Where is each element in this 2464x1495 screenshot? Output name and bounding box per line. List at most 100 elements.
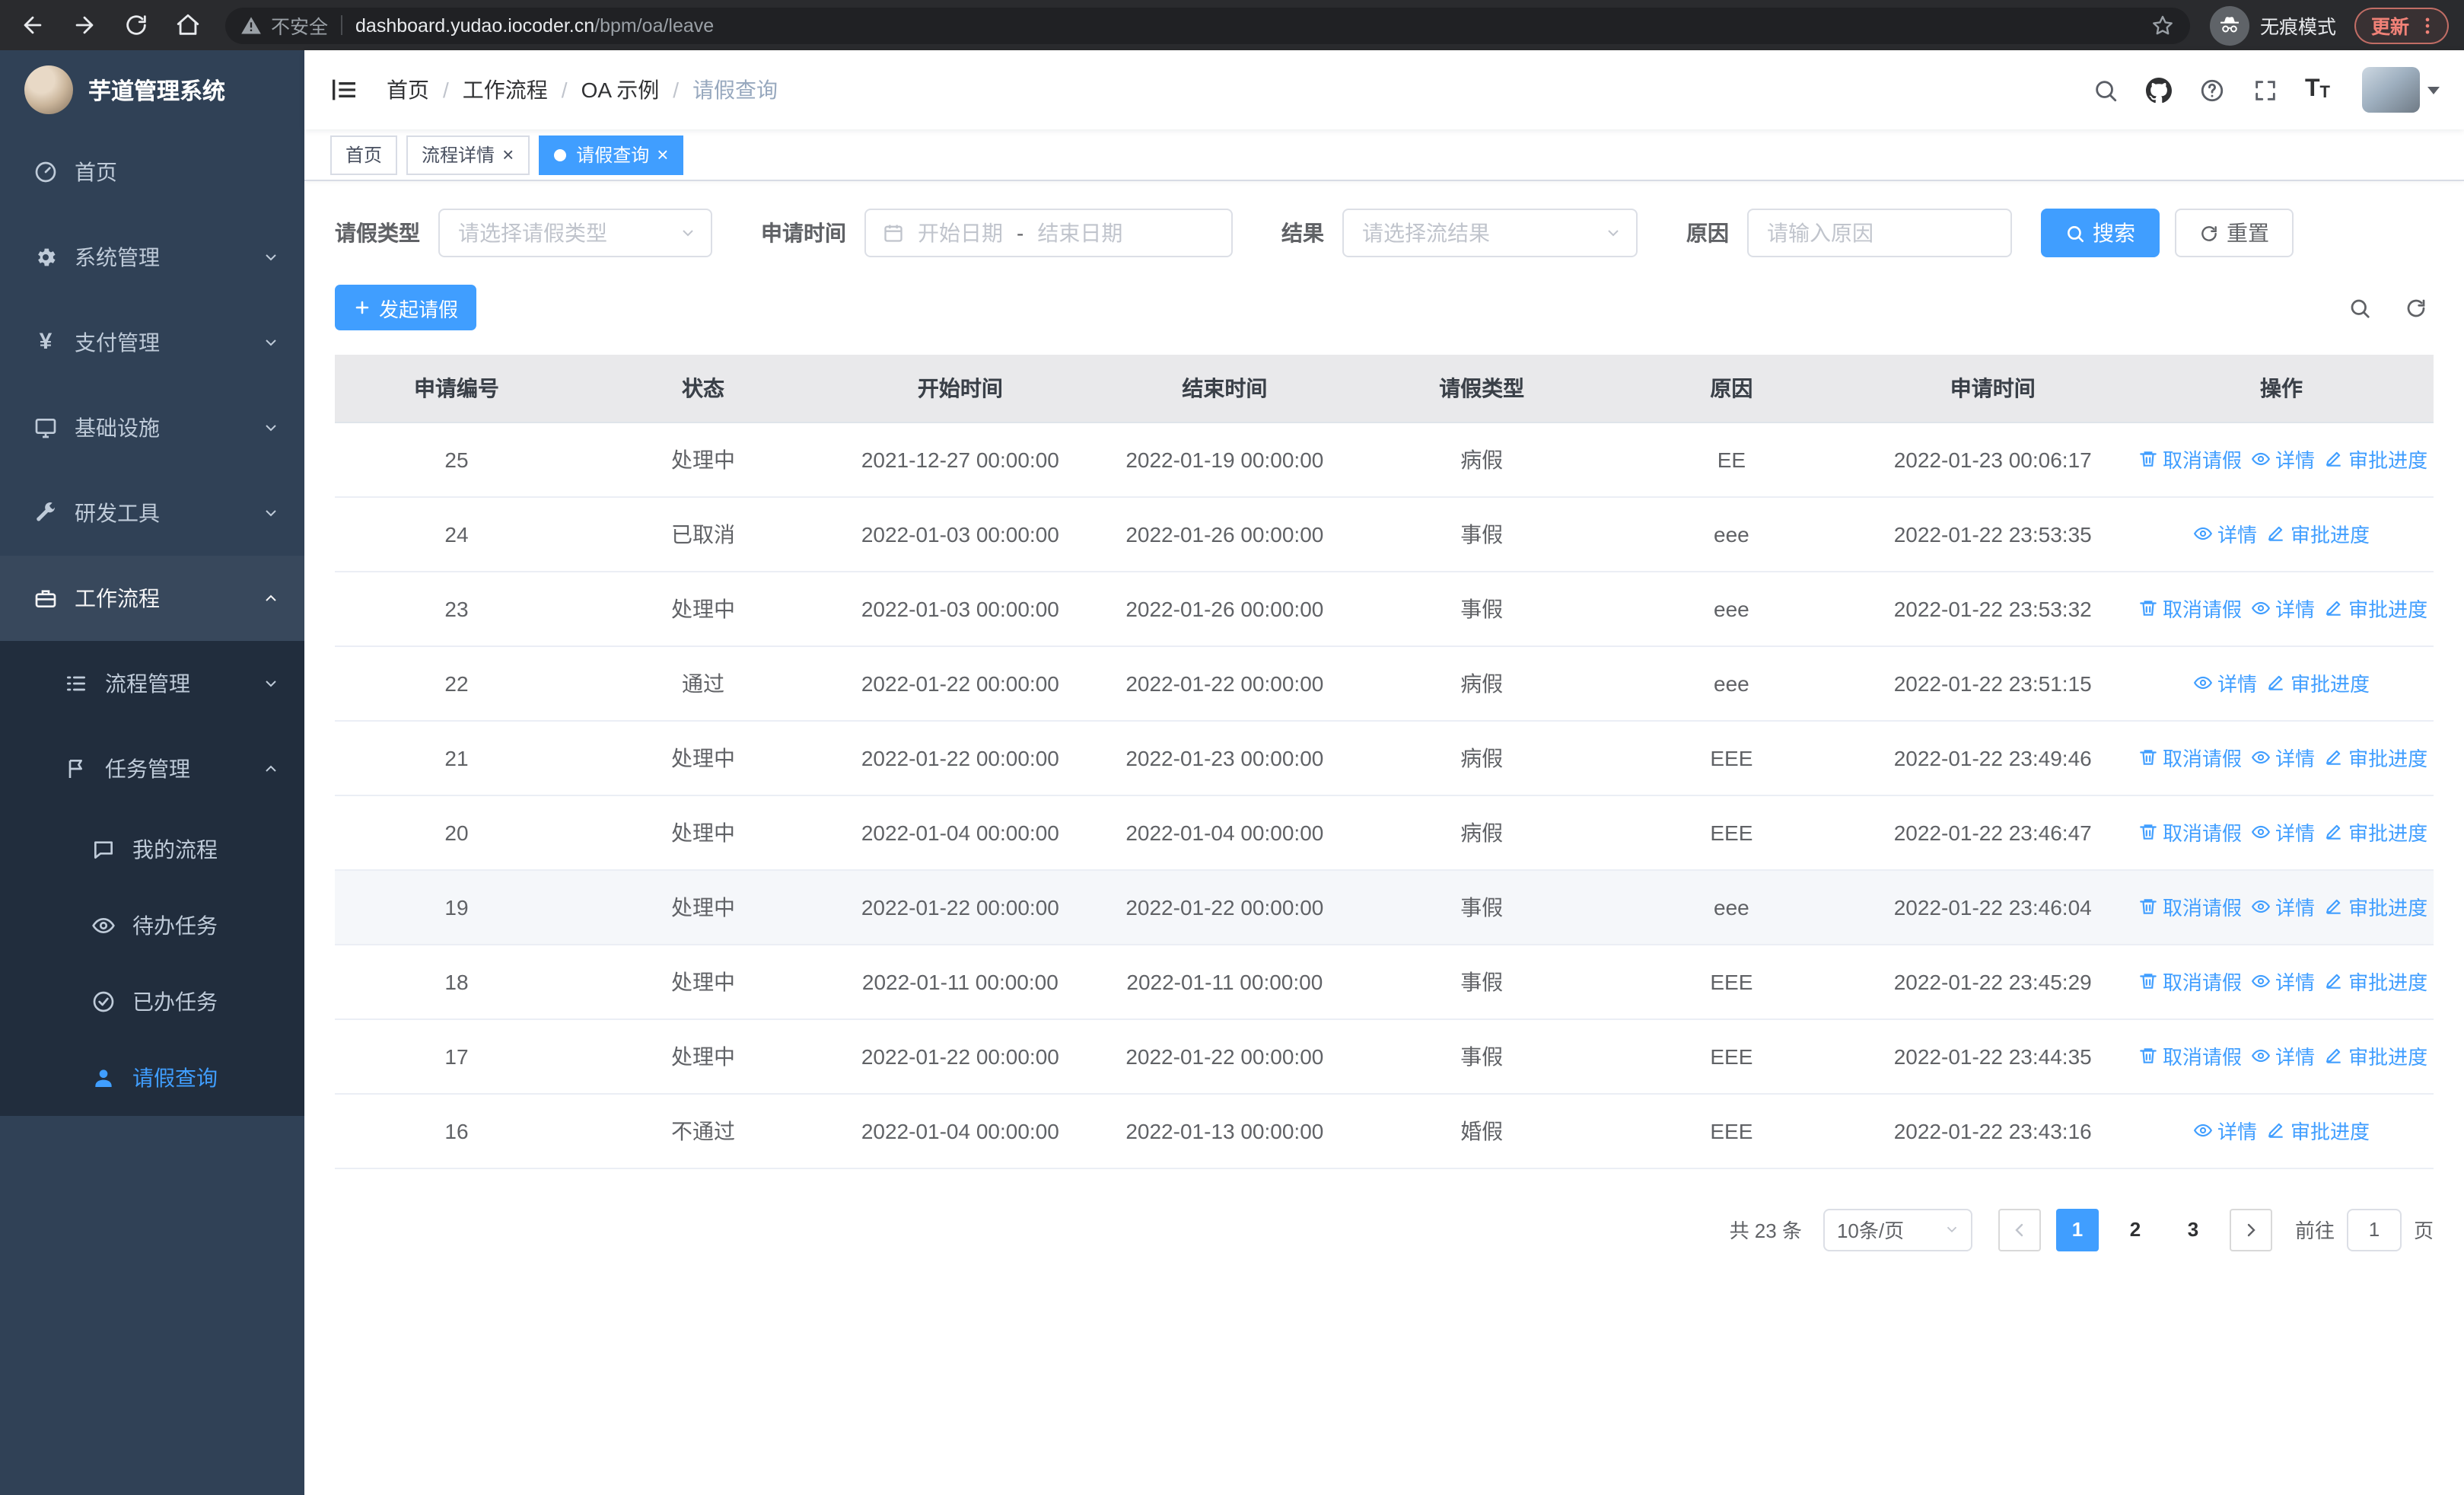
select-placeholder: 请选择流结果 [1362,221,1490,245]
page-size-select[interactable]: 10条/页 [1823,1208,1972,1251]
detail-link[interactable]: 详情 [2193,519,2257,548]
progress-link[interactable]: 审批进度 [2324,445,2427,473]
sidebar-item-home[interactable]: 首页 [0,129,304,215]
cell-actions: 详情 审批进度 [2129,496,2434,572]
sidebar-item-infrastructure[interactable]: 基础设施 [0,385,304,470]
cancel-leave-link[interactable]: 取消请假 [2138,892,2242,921]
detail-link[interactable]: 详情 [2251,818,2315,846]
search-icon[interactable] [2092,76,2119,104]
home-icon[interactable] [173,11,202,40]
sidebar-item-payment[interactable]: ¥ 支付管理 [0,300,304,385]
security-warning-icon [240,14,262,36]
help-icon[interactable] [2198,76,2226,104]
progress-link[interactable]: 审批进度 [2324,1041,2427,1070]
refresh-table-icon[interactable] [2405,296,2427,319]
progress-link[interactable]: 审批进度 [2266,1116,2370,1145]
column-header-end: 结束时间 [1092,355,1358,422]
table-header-row: 申请编号 状态 开始时间 结束时间 请假类型 原因 申请时间 操作 [335,355,2434,422]
app: 芋道管理系统 首页 系统管理 ¥ 支付管理 基础设施 研发工具 工作流程 流程管… [0,50,2464,1495]
cancel-leave-link[interactable]: 取消请假 [2138,818,2242,846]
forward-icon[interactable] [70,11,99,40]
page-button-3[interactable]: 3 [2172,1208,2214,1251]
detail-link[interactable]: 详情 [2251,1041,2315,1070]
table-row: 17 处理中 2022-01-22 00:00:00 2022-01-22 00:00… [335,1018,2434,1094]
next-page-button[interactable] [2229,1208,2272,1251]
cell-type: 事假 [1357,496,1607,572]
page-button-1[interactable]: 1 [2055,1208,2099,1251]
detail-link[interactable]: 详情 [2193,1116,2257,1145]
sidebar-item-todo-tasks[interactable]: 待办任务 [0,888,304,964]
detail-link[interactable]: 详情 [2193,668,2257,697]
cell-status: 不通过 [578,1093,829,1168]
tab-leave-query[interactable]: 请假查询 × [538,135,684,174]
progress-link[interactable]: 审批进度 [2266,668,2370,697]
progress-link[interactable]: 审批进度 [2324,743,2427,772]
progress-link[interactable]: 审批进度 [2324,594,2427,623]
breadcrumb-item[interactable]: 工作流程 [463,75,548,105]
cell-reason: EEE [1606,795,1857,870]
table-row: 21 处理中 2022-01-22 00:00:00 2022-01-23 00:00… [335,720,2434,795]
delete-icon [2138,1046,2158,1066]
page-button-2[interactable]: 2 [2114,1208,2157,1251]
detail-link[interactable]: 详情 [2251,445,2315,473]
column-header-actions: 操作 [2129,355,2434,422]
search-button[interactable]: 搜索 [2041,209,2160,257]
date-range-picker[interactable]: 开始日期 - 结束日期 [864,209,1233,257]
detail-link[interactable]: 详情 [2251,743,2315,772]
sidebar-item-system[interactable]: 系统管理 [0,215,304,300]
close-icon[interactable]: × [657,145,668,164]
breadcrumb-item[interactable]: OA 示例 [581,75,660,105]
progress-link[interactable]: 审批进度 [2324,818,2427,846]
cancel-leave-link[interactable]: 取消请假 [2138,594,2242,623]
breadcrumb-item[interactable]: 首页 [387,75,429,105]
sidebar-item-task-management[interactable]: 任务管理 [0,726,304,811]
cell-actions: 取消请假 详情 审批进度 [2129,720,2434,795]
cell-status: 处理中 [578,571,829,646]
sidebar-item-done-tasks[interactable]: 已办任务 [0,964,304,1040]
sidebar-item-leave-query[interactable]: 请假查询 [0,1040,304,1116]
reload-icon[interactable] [122,11,151,40]
end-date-placeholder: 结束日期 [1037,221,1123,245]
user-menu[interactable] [2362,67,2440,113]
sidebar-item-workflow[interactable]: 工作流程 [0,556,304,641]
prev-page-button[interactable] [1998,1208,2041,1251]
bookmark-star-icon[interactable] [2150,13,2175,37]
incognito-icon [2209,5,2249,45]
leave-type-select[interactable]: 请选择请假类型 [438,209,712,257]
cancel-leave-link[interactable]: 取消请假 [2138,1041,2242,1070]
close-icon[interactable]: × [502,145,514,164]
tab-process-detail[interactable]: 流程详情 × [406,135,530,174]
progress-link[interactable]: 审批进度 [2324,967,2427,996]
detail-link[interactable]: 详情 [2251,594,2315,623]
sidebar-item-dev-tools[interactable]: 研发工具 [0,470,304,556]
sidebar-item-process-management[interactable]: 流程管理 [0,641,304,726]
sidebar-item-label: 流程管理 [105,671,190,696]
sidebar-item-my-process[interactable]: 我的流程 [0,811,304,888]
toggle-search-icon[interactable] [2348,296,2371,319]
cell-start: 2022-01-03 00:00:00 [828,496,1093,572]
cancel-leave-link[interactable]: 取消请假 [2138,743,2242,772]
address-bar[interactable]: 不安全 dashboard.yudao.iocoder.cn /bpm/oa/l… [225,7,2190,43]
goto-page-input[interactable] [2346,1208,2402,1251]
detail-link[interactable]: 详情 [2251,892,2315,921]
cancel-leave-link[interactable]: 取消请假 [2138,967,2242,996]
reset-button[interactable]: 重置 [2175,209,2294,257]
detail-link[interactable]: 详情 [2251,967,2315,996]
tab-home[interactable]: 首页 [330,135,398,174]
browser-update-menu[interactable]: 更新 [2354,7,2449,43]
progress-link[interactable]: 审批进度 [2324,892,2427,921]
github-icon[interactable] [2145,76,2173,104]
collapse-sidebar-icon[interactable] [329,75,359,105]
cell-start: 2022-01-22 00:00:00 [828,720,1093,795]
result-select[interactable]: 请选择流结果 [1342,209,1638,257]
font-size-icon[interactable]: TT [2305,77,2330,102]
back-icon[interactable] [18,11,47,40]
cancel-leave-link[interactable]: 取消请假 [2138,445,2242,473]
reason-input[interactable] [1747,209,2012,257]
create-leave-button[interactable]: 发起请假 [335,285,477,330]
progress-link[interactable]: 审批进度 [2266,519,2370,548]
cell-type: 病假 [1357,422,1607,497]
fullscreen-icon[interactable] [2252,76,2279,104]
column-header-start: 开始时间 [828,355,1093,422]
page-content: 请假类型 请选择请假类型 申请时间 开始日期 - 结束日期 结果 请选择流结果 … [304,181,2464,1495]
